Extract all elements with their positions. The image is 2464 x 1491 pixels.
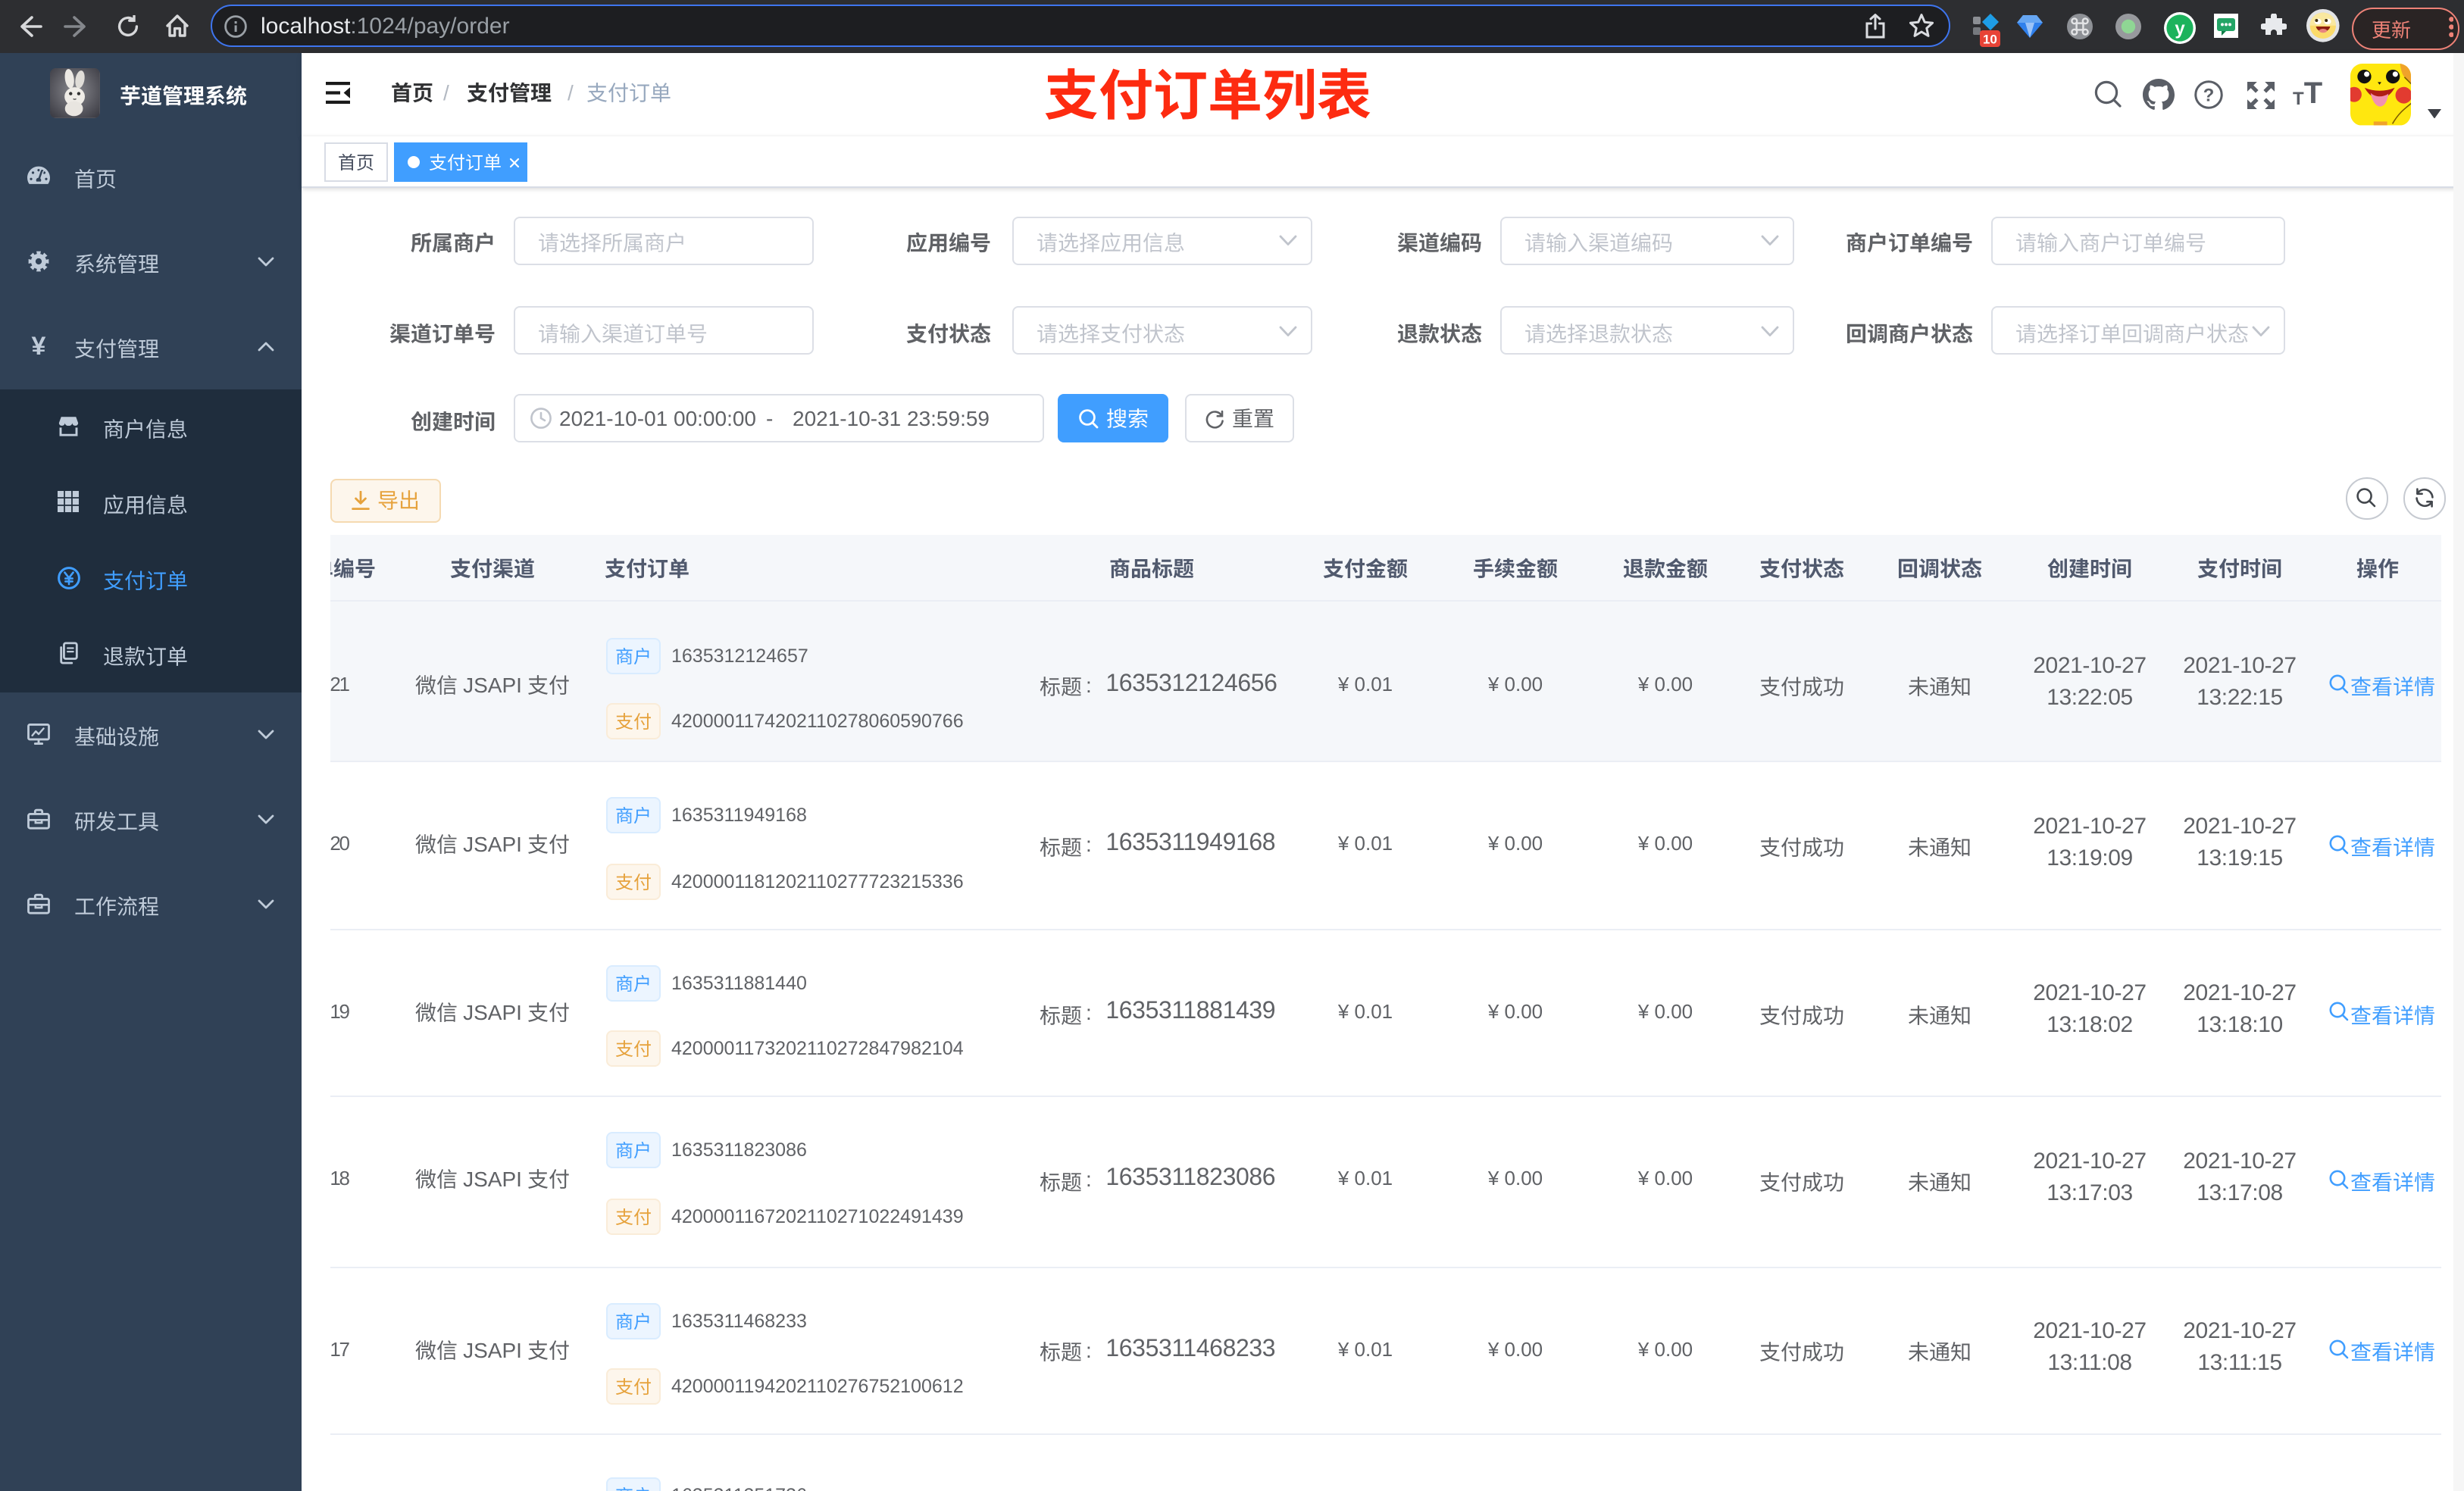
svg-text:?: ? — [2203, 85, 2215, 105]
svg-text:y: y — [2174, 18, 2184, 39]
svg-text:10: 10 — [1983, 32, 1997, 46]
